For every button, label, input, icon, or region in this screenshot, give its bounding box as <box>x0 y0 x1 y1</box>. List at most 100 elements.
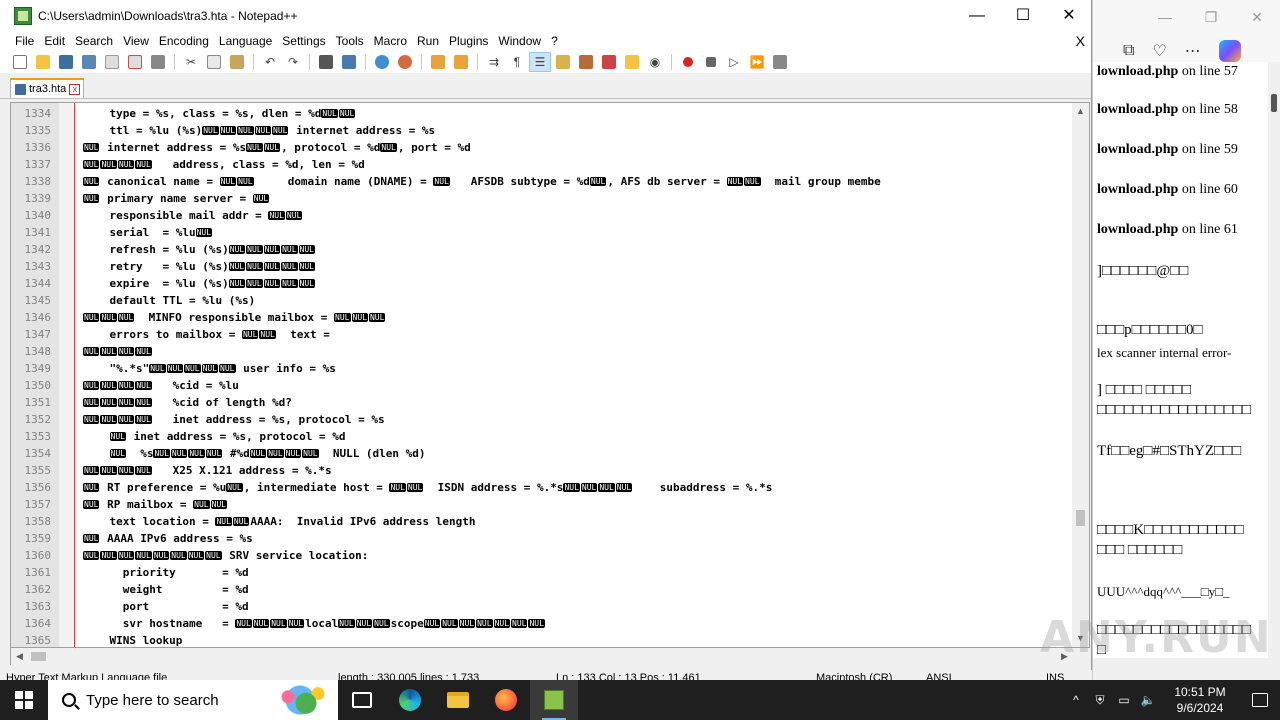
menu-window[interactable]: Window <box>493 34 546 48</box>
copy-icon[interactable] <box>204 53 224 71</box>
windows-logo-icon <box>15 691 33 709</box>
line-number: 1362 <box>24 583 52 596</box>
scroll-thumb[interactable] <box>1271 94 1277 112</box>
code-text-area[interactable]: type = %s, class = %s, dlen = %dNUL NUL t… <box>73 103 1073 647</box>
browser-restore-button[interactable]: ❐ <box>1188 9 1234 26</box>
monitoring-icon[interactable]: ◉ <box>645 53 665 71</box>
menu-encoding[interactable]: Encoding <box>154 34 214 48</box>
clock[interactable]: 10:51 PM 9/6/2024 <box>1160 684 1240 716</box>
taskbar-edge[interactable] <box>386 680 434 720</box>
nul-control-char: NUL <box>249 449 267 458</box>
browser-page-content: lownload.php on line 57 lownload.php on … <box>1093 62 1269 658</box>
doc-map-icon[interactable] <box>576 53 596 71</box>
close-document-button[interactable]: X <box>1076 33 1085 49</box>
menu-settings[interactable]: Settings <box>277 34 330 48</box>
scroll-left-arrow-icon[interactable]: ◀ <box>11 648 28 665</box>
menu-search[interactable]: Search <box>70 34 118 48</box>
sync-horizontal-icon[interactable] <box>451 53 471 71</box>
maximize-button[interactable]: ☐ <box>1000 0 1046 31</box>
scroll-thumb[interactable] <box>1076 510 1085 526</box>
record-macro-icon[interactable] <box>678 53 698 71</box>
editor-vertical-scrollbar[interactable]: ▲ ▼ <box>1072 103 1089 647</box>
save-all-icon[interactable] <box>79 53 99 71</box>
menu-tools[interactable]: Tools <box>331 34 369 48</box>
browser-essentials-icon[interactable]: ♡ <box>1152 41 1166 61</box>
word-wrap-icon[interactable]: ⇉ <box>484 53 504 71</box>
close-button[interactable]: ✕ <box>1046 0 1092 31</box>
menu-language[interactable]: Language <box>214 34 277 48</box>
menu-macro[interactable]: Macro <box>369 34 412 48</box>
network-icon[interactable]: ▭ <box>1112 693 1136 707</box>
editor-horizontal-scrollbar[interactable]: ◀ ▶ <box>10 648 1073 665</box>
zoom-out-icon[interactable] <box>395 53 415 71</box>
tab-tra3-hta[interactable]: tra3.hta x <box>10 78 84 98</box>
line-number: 1357 <box>24 498 52 511</box>
nul-control-char: NUL <box>298 279 315 288</box>
collections-icon[interactable]: ⧉ <box>1123 42 1134 60</box>
notification-icon <box>1252 693 1268 707</box>
save-icon[interactable] <box>56 53 76 71</box>
stop-macro-icon[interactable] <box>701 53 721 71</box>
close-all-icon[interactable] <box>125 53 145 71</box>
menu-file[interactable]: File <box>10 34 39 48</box>
browser-minimize-button[interactable]: — <box>1142 9 1188 25</box>
undo-icon[interactable]: ↶ <box>260 53 280 71</box>
more-options-icon[interactable]: ⋯ <box>1185 41 1201 61</box>
code-line: NUL inet address = %s, protocol = %d <box>109 430 346 443</box>
chevron-up-icon[interactable]: ^ <box>1064 693 1088 707</box>
close-file-icon[interactable] <box>102 53 122 71</box>
cut-icon[interactable]: ✂ <box>181 53 201 71</box>
udl-icon[interactable] <box>553 53 573 71</box>
sync-vertical-icon[interactable] <box>428 53 448 71</box>
nul-control-char: NUL <box>298 262 315 271</box>
nul-control-char: NUL <box>246 279 263 288</box>
copilot-icon[interactable] <box>1218 40 1241 62</box>
nul-control-char: NUL <box>235 619 252 628</box>
browser-vertical-scrollbar[interactable] <box>1268 62 1280 658</box>
line-number: 1356 <box>24 481 52 494</box>
replace-icon[interactable] <box>339 53 359 71</box>
menu-help[interactable]: ? <box>546 34 563 48</box>
taskbar-notepadpp[interactable] <box>530 680 578 720</box>
menu-edit[interactable]: Edit <box>39 34 70 48</box>
open-file-icon[interactable] <box>33 53 53 71</box>
minimize-button[interactable]: — <box>954 0 1000 31</box>
code-line: NUL %sNUL NUL NUL NUL #%dNUL NUL NUL NUL NULL … <box>109 447 426 460</box>
run-macro-multiple-icon[interactable]: ⏩ <box>747 53 767 71</box>
menu-run[interactable]: Run <box>412 34 444 48</box>
editor-pane[interactable]: 1334 1335 1336 1337 1338 1339 1340 1341 1342 1343… <box>10 102 1090 648</box>
redo-icon[interactable]: ↷ <box>283 53 303 71</box>
task-view-button[interactable] <box>338 680 386 720</box>
indent-guide-icon[interactable]: ☰ <box>529 52 551 72</box>
security-icon[interactable]: ⛨ <box>1088 693 1112 708</box>
scroll-up-arrow-icon[interactable]: ▲ <box>1072 103 1089 120</box>
line-number: 1355 <box>24 464 52 477</box>
find-icon[interactable] <box>316 53 336 71</box>
notification-center-button[interactable] <box>1240 680 1280 720</box>
taskbar-search-box[interactable]: Type here to search <box>48 680 338 720</box>
scroll-thumb[interactable] <box>31 652 46 661</box>
new-file-icon[interactable] <box>10 53 30 71</box>
volume-icon[interactable]: 🔈 <box>1136 693 1160 707</box>
nul-control-char: NUL <box>268 211 285 220</box>
nul-control-char: NUL <box>83 381 100 390</box>
start-button[interactable] <box>0 680 48 720</box>
function-list-icon[interactable] <box>599 53 619 71</box>
browser-close-button[interactable]: ✕ <box>1234 9 1280 26</box>
print-icon[interactable] <box>148 53 168 71</box>
line-number: 1352 <box>24 413 52 426</box>
show-all-characters-icon[interactable]: ¶ <box>507 53 527 71</box>
save-macro-icon[interactable] <box>770 53 790 71</box>
nul-control-char: NUL <box>476 619 493 628</box>
folder-as-workspace-icon[interactable] <box>622 53 642 71</box>
nul-control-char: NUL <box>263 262 281 271</box>
play-macro-icon[interactable]: ▷ <box>724 53 744 71</box>
paste-icon[interactable] <box>227 53 247 71</box>
tab-close-icon[interactable]: x <box>69 83 81 95</box>
nul-control-char: NUL <box>272 126 289 135</box>
taskbar-firefox[interactable] <box>482 680 530 720</box>
menu-view[interactable]: View <box>118 34 154 48</box>
taskbar-file-explorer[interactable] <box>434 680 482 720</box>
zoom-in-icon[interactable] <box>372 53 392 71</box>
menu-plugins[interactable]: Plugins <box>444 34 493 48</box>
